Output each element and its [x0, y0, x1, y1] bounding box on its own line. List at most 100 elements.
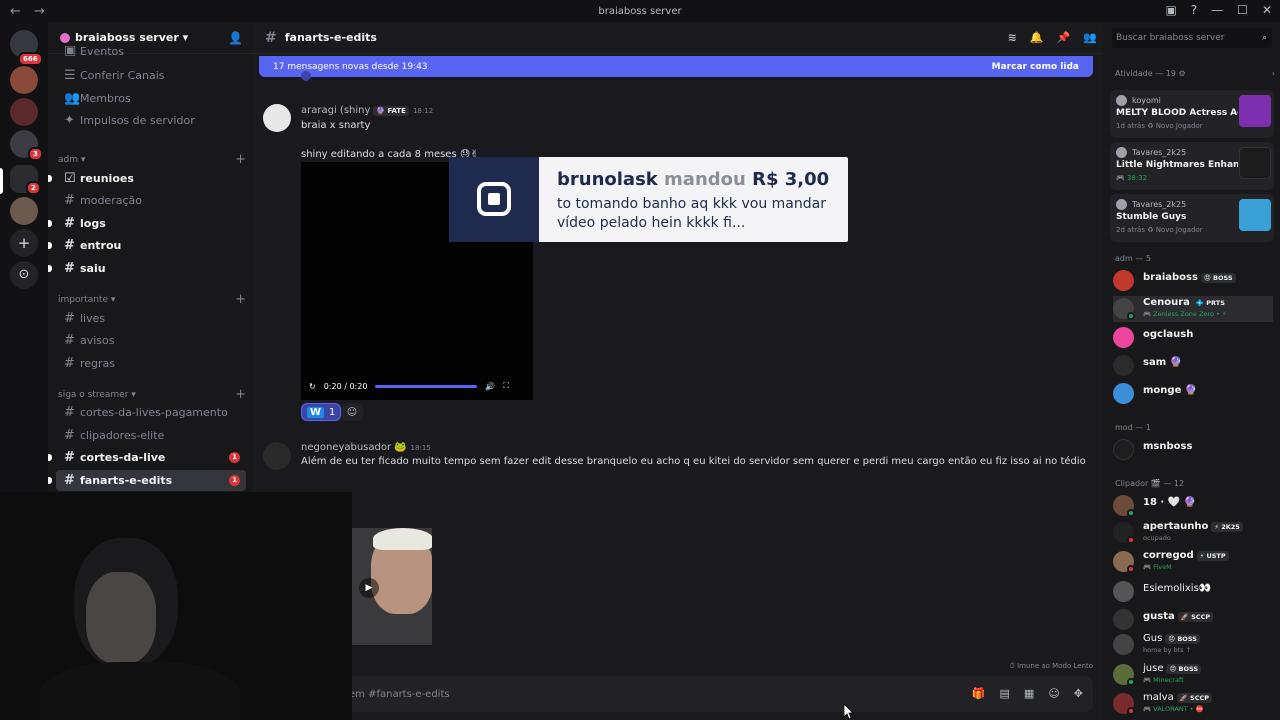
gif-icon[interactable]: ▤	[1000, 687, 1010, 700]
activity-card[interactable]: koyomi MELTY BLOOD Actress Ag... 1d atrá…	[1110, 90, 1274, 138]
video-progress-bar[interactable]	[375, 384, 478, 388]
category-adm[interactable]: adm ▾ +	[58, 153, 246, 166]
chevron-right-icon[interactable]: ›	[1272, 69, 1275, 78]
avatar[interactable]	[263, 442, 291, 470]
channel-cortes-da-lives-pagamento[interactable]: # cortes-da-lives-pagamento	[56, 402, 246, 423]
channel-clipadores-elite[interactable]: # clipadores-elite	[56, 425, 246, 446]
channel-fanarts-e-edits[interactable]: # fanarts-e-edits 1	[56, 470, 246, 491]
pin-icon[interactable]: 📌	[1057, 31, 1071, 44]
member-item[interactable]: Esiemolixis👀	[1113, 579, 1273, 605]
explore-icon[interactable]: ⊙	[10, 261, 38, 289]
boost-icon	[60, 32, 70, 43]
invite-icon[interactable]: 👤	[228, 31, 243, 45]
group-header: mod — 1	[1115, 423, 1151, 432]
reaction-count: 1	[329, 406, 336, 418]
maximize-icon[interactable]: ☐	[1237, 3, 1248, 17]
sidebar-item-conferir-canais[interactable]: ☰ Conferir Canais	[56, 65, 246, 86]
gift-icon[interactable]: 🎁	[972, 687, 986, 700]
username[interactable]: araragi (shiny	[301, 105, 370, 116]
dnd-status-icon	[1127, 565, 1135, 573]
member-item[interactable]: Cenoura 💠 PRTS 🎮 Zenless Zone Zero • ⚡	[1113, 296, 1273, 322]
sticker-icon[interactable]: ▦	[1024, 687, 1034, 700]
add-channel-icon[interactable]: +	[235, 293, 246, 306]
add-channel-icon[interactable]: +	[235, 153, 246, 166]
sidebar-item-impulsos[interactable]: ✦ Impulsos de servidor	[56, 110, 246, 131]
member-item[interactable]: apertaunho ⚡ 2K25 ocupado	[1113, 520, 1273, 546]
member-item[interactable]: juse 😠 BOSS 🎮 Minecraft	[1113, 662, 1273, 688]
video-thumbnail[interactable]: ▶	[351, 528, 432, 645]
mention-badge: 1	[229, 475, 240, 486]
username[interactable]: negoneyabusador	[301, 442, 391, 453]
channel-cortes-da-live[interactable]: # cortes-da-live 1	[56, 447, 246, 468]
member-item[interactable]: monge 🔮	[1113, 381, 1273, 407]
channel-lives[interactable]: # lives	[56, 308, 246, 329]
new-messages-banner[interactable]: 17 mensagens novas desde 19:43 Marcar co…	[259, 56, 1093, 77]
channel-regras[interactable]: # regras	[56, 353, 246, 374]
message-input[interactable]: em #fanarts-e-edits 🎁 ▤ ▦ ☺ ✥	[259, 676, 1093, 712]
apps-icon[interactable]: ✥	[1074, 687, 1083, 700]
add-reaction-icon[interactable]: ☺	[341, 403, 363, 421]
fullscreen-icon[interactable]: ⛶	[503, 381, 509, 391]
activity-user: Tavares_2k25	[1132, 200, 1187, 209]
server-icon[interactable]	[10, 98, 38, 126]
member-item[interactable]: corregod ⚡ USTP 🎮 FiveM	[1113, 549, 1273, 575]
search-input[interactable]: Buscar braiaboss server ⌕	[1112, 28, 1272, 48]
channel-reunioes[interactable]: ☑ reunioes	[56, 168, 246, 189]
emoji-icon[interactable]: ☺	[1048, 687, 1059, 700]
hash-icon: #	[64, 216, 75, 231]
add-server-icon[interactable]: +	[10, 229, 38, 257]
bell-icon[interactable]: 🔔	[1030, 31, 1044, 44]
avatar	[1113, 270, 1134, 291]
member-item[interactable]: 18 · 🤍 🔮	[1113, 493, 1273, 519]
channel-avisos[interactable]: # avisos	[56, 330, 246, 351]
hash-icon: #	[64, 473, 75, 488]
member-activity: 🎮 Minecraft	[1143, 676, 1184, 684]
member-name: Gus	[1143, 633, 1163, 644]
gear-icon[interactable]: ⚙	[1178, 69, 1185, 78]
sidebar-item-eventos[interactable]: ▣ Eventos	[56, 46, 246, 58]
member-item[interactable]: sam 🔮	[1113, 353, 1273, 379]
replay-icon[interactable]: ↻	[309, 382, 316, 391]
search-placeholder: Buscar braiaboss server	[1116, 33, 1225, 43]
member-item[interactable]: malva 🚀 SCCP 🎮 VALORANT • ⛔	[1113, 691, 1273, 717]
add-channel-icon[interactable]: +	[235, 388, 246, 401]
threads-icon[interactable]: ≋	[1008, 31, 1017, 44]
avatar	[1116, 95, 1127, 106]
category-importante[interactable]: importante ▾ +	[58, 293, 246, 306]
member-item[interactable]: ogclaush	[1113, 325, 1273, 351]
member-name: gusta	[1143, 611, 1175, 622]
category-siga-o-streamer[interactable]: siga o streamer ▾ +	[58, 388, 246, 401]
channel-moderacao[interactable]: # moderação	[56, 190, 246, 211]
avatar	[1113, 383, 1134, 404]
channel-entrou[interactable]: # entrou	[56, 235, 246, 256]
unread-indicator	[48, 454, 52, 461]
activity-card[interactable]: Tavares_2k25 Stumble Guys 2d atrás ♻ Nov…	[1110, 194, 1274, 242]
close-icon[interactable]: ✕	[1262, 3, 1272, 17]
minimize-icon[interactable]: —	[1211, 3, 1223, 17]
server-icon[interactable]	[10, 66, 38, 94]
inbox-icon[interactable]: ▣	[1165, 3, 1176, 17]
channel-saiu[interactable]: # saiu	[56, 258, 246, 279]
webcam-overlay	[0, 492, 352, 720]
activity-card[interactable]: Tavares_2k25 Little Nightmares Enhance..…	[1110, 142, 1274, 190]
donation-title: brunolask mandou R$ 3,00	[557, 169, 829, 190]
help-icon[interactable]: ?	[1191, 3, 1197, 17]
member-item[interactable]: braiaboss 😠 BOSS	[1113, 268, 1273, 294]
member-name: msnboss	[1143, 441, 1193, 452]
server-icon[interactable]	[10, 197, 38, 225]
member-item[interactable]: Gus 😠 BOSS home by bts ↑	[1113, 632, 1273, 658]
member-item[interactable]: gusta 🚀 SCCP	[1113, 607, 1273, 633]
mark-as-read-button[interactable]: Marcar como lida	[992, 62, 1079, 72]
volume-icon[interactable]: 🔊	[485, 382, 495, 391]
member-name: 18 · 🤍 🔮	[1143, 497, 1197, 508]
member-item[interactable]: msnboss	[1113, 437, 1273, 463]
channel-logs[interactable]: # logs	[56, 213, 246, 234]
cap-image	[373, 528, 432, 550]
avatar[interactable]	[263, 104, 291, 132]
reaction-chip[interactable]	[301, 71, 311, 81]
member-list-icon[interactable]: 👥	[1083, 31, 1097, 44]
online-status-icon	[1127, 312, 1135, 320]
sidebar-item-membros[interactable]: 👥 Membros	[56, 88, 246, 109]
reaction-chip[interactable]: W1	[301, 403, 342, 421]
play-icon[interactable]: ▶	[359, 578, 379, 598]
